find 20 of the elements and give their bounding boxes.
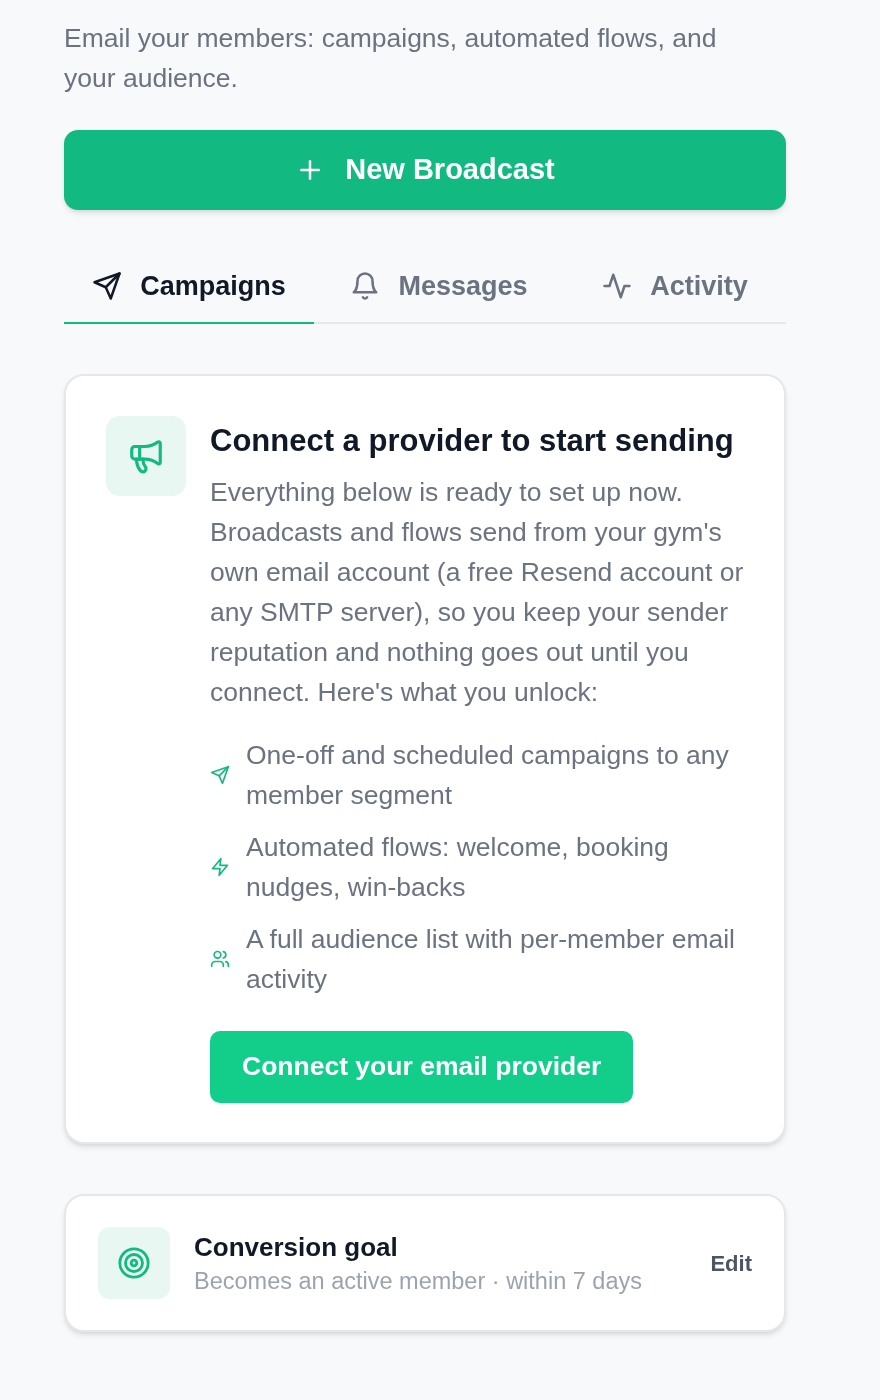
intro-text: Email your members: campaigns, automated flows, and your audience. <box>64 22 718 95</box>
goal-title: Conversion goal <box>194 1231 399 1264</box>
new-broadcast-button[interactable]: New Broadcast <box>64 130 786 210</box>
feature-text: One-off and scheduled campaigns to any member segment <box>246 739 730 812</box>
card-title: Connect a provider to start sending <box>210 422 735 460</box>
feature-text: Automated flows: welcome, booking nudges, win-backs <box>246 831 670 904</box>
people-icon <box>210 949 230 969</box>
tab[interactable]: Campaigns <box>64 250 314 324</box>
send-icon <box>210 765 230 785</box>
pulse-icon <box>602 271 633 301</box>
feature-text: A full audience list with per-member email activity <box>246 923 736 996</box>
send-icon <box>92 271 123 301</box>
edit-button[interactable]: Edit <box>710 1246 752 1280</box>
target-icon <box>98 1227 170 1299</box>
lightning-icon <box>210 857 230 877</box>
tab[interactable]: Activity <box>564 250 786 324</box>
goal-subtitle: Becomes an active member · within 7 days <box>194 1267 643 1296</box>
tab[interactable]: Messages <box>314 250 564 324</box>
card-description: Everything below is ready to set up now. Broadcasts and flows send from your gym's own email account (a free Resend account or any SMTP server), so you keep your sender reputation and nothing goes out until you connect. Here's what you unlock: <box>210 476 745 709</box>
megaphone-icon <box>106 416 186 496</box>
